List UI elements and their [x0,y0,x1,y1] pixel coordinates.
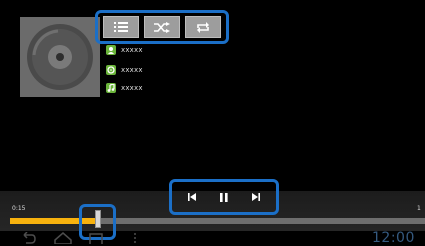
disc-icon [20,17,100,97]
genre-text: xxxxx [121,84,143,92]
album-text: xxxxx [121,66,143,74]
repeat-button[interactable] [184,16,221,38]
next-button[interactable] [244,185,268,209]
artist-text: xxxxx [121,46,143,54]
repeat-icon [196,21,209,33]
previous-button[interactable] [180,185,204,209]
transport-controls [169,179,279,215]
system-nav-bar [0,232,425,246]
album-art [20,17,100,97]
status-clock: 12:00 [372,230,415,246]
shuffle-button[interactable] [143,16,180,38]
previous-icon [188,193,196,201]
recent-apps-icon[interactable] [89,232,103,244]
album-row: xxxxx [106,64,143,76]
artist-row: xxxxx [106,44,143,56]
total-time: 1 [417,205,421,212]
album-icon [106,65,116,75]
menu-icon[interactable] [133,232,137,244]
pause-button[interactable] [212,185,236,209]
back-icon[interactable] [20,232,36,244]
home-icon[interactable] [54,232,72,244]
seek-thumb[interactable] [95,210,101,228]
genre-row: xxxxx [106,82,143,94]
pause-icon [220,192,228,202]
playlist-icon [114,22,129,32]
genre-icon [106,83,116,93]
music-player-screen: xxxxx xxxxx xxxxx 0:15 1 12:00 [0,0,425,246]
next-icon [252,193,260,201]
progress-track[interactable] [10,218,425,224]
artist-icon [106,45,116,55]
playback-mode-toolbar [95,10,229,44]
playlist-button[interactable] [103,16,140,38]
shuffle-icon [153,21,170,33]
elapsed-time: 0:15 [12,205,26,212]
